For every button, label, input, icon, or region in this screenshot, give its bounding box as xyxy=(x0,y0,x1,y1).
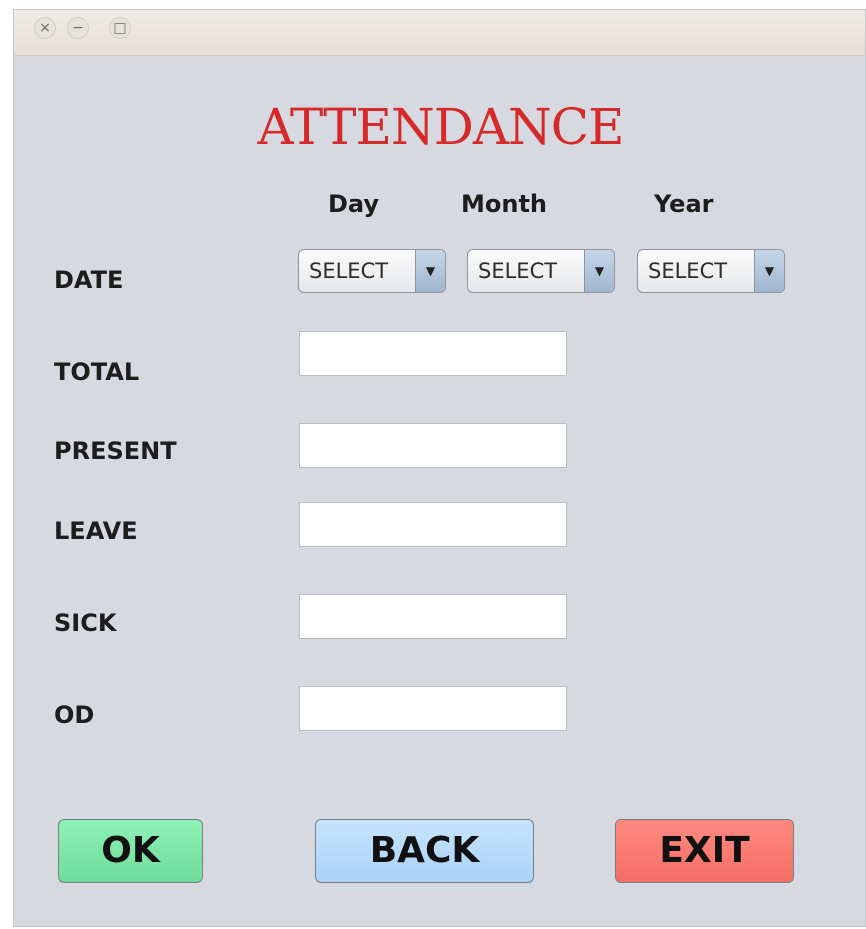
year-select-value: SELECT xyxy=(648,259,728,283)
year-column-header: Year xyxy=(654,190,714,218)
present-label: PRESENT xyxy=(54,437,177,465)
day-select-value: SELECT xyxy=(309,259,389,283)
exit-button[interactable]: EXIT xyxy=(615,819,794,883)
total-label: TOTAL xyxy=(54,358,140,386)
title-bar: × − □ xyxy=(14,10,865,56)
day-column-header: Day xyxy=(328,190,380,218)
od-field[interactable] xyxy=(299,686,567,731)
sick-field[interactable] xyxy=(299,594,567,639)
chevron-down-icon: ▼ xyxy=(754,250,784,292)
close-window-button[interactable]: × xyxy=(34,17,56,39)
ok-button[interactable]: OK xyxy=(58,819,203,883)
od-label: OD xyxy=(54,701,95,729)
chevron-down-icon: ▼ xyxy=(415,250,445,292)
minimize-window-button[interactable]: − xyxy=(67,17,89,39)
month-column-header: Month xyxy=(461,190,548,218)
chevron-down-icon: ▼ xyxy=(584,250,614,292)
date-label: DATE xyxy=(54,266,124,294)
sick-label: SICK xyxy=(54,609,117,637)
close-icon: × xyxy=(39,20,51,36)
maximize-icon: □ xyxy=(113,20,127,36)
month-select[interactable]: SELECT ▼ xyxy=(467,249,615,293)
total-field[interactable] xyxy=(299,331,567,376)
back-button[interactable]: BACK xyxy=(315,819,534,883)
minimize-icon: − xyxy=(72,20,84,36)
year-select[interactable]: SELECT ▼ xyxy=(637,249,785,293)
day-select[interactable]: SELECT ▼ xyxy=(298,249,446,293)
leave-label: LEAVE xyxy=(54,517,138,545)
leave-field[interactable] xyxy=(299,502,567,547)
page-title: ATTENDANCE xyxy=(257,98,625,156)
present-field[interactable] xyxy=(299,423,567,468)
attendance-window: × − □ ATTENDANCE Day Month Year DATE TOT… xyxy=(13,9,866,927)
month-select-value: SELECT xyxy=(478,259,558,283)
maximize-window-button[interactable]: □ xyxy=(109,17,131,39)
